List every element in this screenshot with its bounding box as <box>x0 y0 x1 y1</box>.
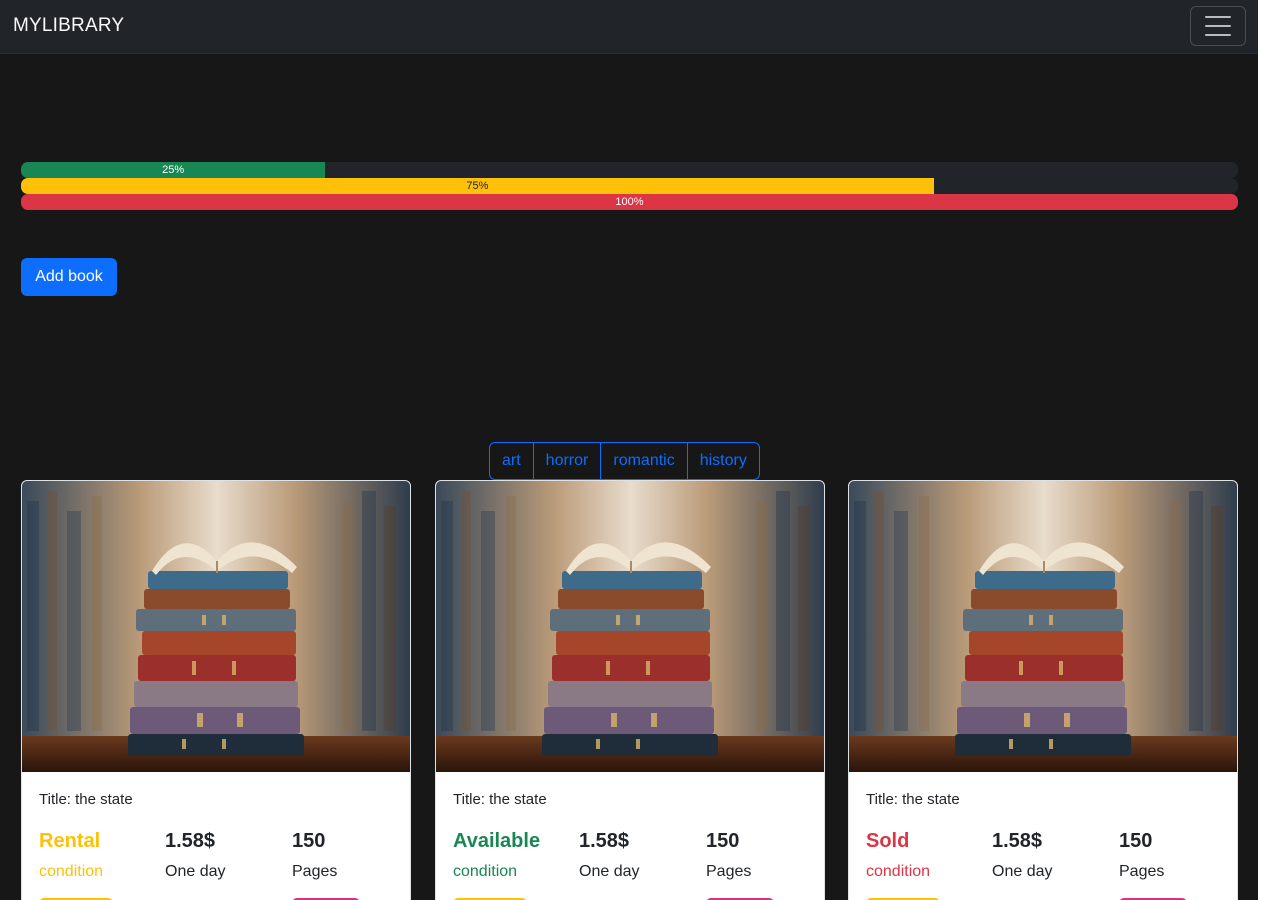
book-stack-image <box>22 481 411 772</box>
price-value: 1.58$ <box>165 830 216 852</box>
filter-history-button[interactable]: history <box>688 443 759 479</box>
price-label: One day <box>579 863 640 880</box>
price-label: One day <box>165 863 226 880</box>
status-value: Rental <box>39 830 101 852</box>
book-card[interactable]: Title: the state Rental condition 1.58$ … <box>21 480 411 900</box>
progress-fill: 25% <box>21 162 326 178</box>
pages-label: Pages <box>706 863 752 880</box>
status-label: condition <box>39 863 104 880</box>
pages-value: 150 <box>1119 830 1153 852</box>
page: MYLIBRARY 25% 75% 100% Add book art horr… <box>0 0 1258 900</box>
filter-romantic-button[interactable]: romantic <box>601 443 688 479</box>
filter-horror-button[interactable]: horror <box>534 443 602 479</box>
filter-art-button[interactable]: art <box>490 443 534 479</box>
book-card[interactable]: Title: the state Available condition 1.5… <box>435 480 825 900</box>
progress-bar-2: 75% <box>21 178 1238 194</box>
price-value: 1.58$ <box>992 830 1043 852</box>
progress-fill: 100% <box>21 194 1238 210</box>
book-title: Title: the state <box>39 791 133 808</box>
price-value: 1.58$ <box>579 830 630 852</box>
book-title: Title: the state <box>453 791 547 808</box>
book-card[interactable]: Title: the state Sold condition 1.58$ On… <box>848 480 1238 900</box>
hamburger-menu-icon <box>1205 25 1231 27</box>
status-value: Sold <box>866 830 910 852</box>
price-label: One day <box>992 863 1053 880</box>
hamburger-menu-icon <box>1205 34 1231 36</box>
pages-value: 150 <box>706 830 740 852</box>
book-title: Title: the state <box>866 791 960 808</box>
navbar: MYLIBRARY <box>0 0 1258 54</box>
status-label: condition <box>866 863 931 880</box>
pages-label: Pages <box>1119 863 1165 880</box>
category-filter-group: art horror romantic history <box>489 442 760 480</box>
pages-label: Pages <box>292 863 338 880</box>
add-book-button[interactable]: Add book <box>21 258 117 296</box>
book-stack-image <box>849 481 1238 772</box>
progress-label: 75% <box>466 180 489 192</box>
book-stack-image <box>436 481 825 772</box>
status-label: condition <box>453 863 518 880</box>
progress-bar-1: 25% <box>21 162 1238 178</box>
navbar-toggler-button[interactable] <box>1190 6 1246 46</box>
status-value: Available <box>453 830 541 852</box>
brand-logo[interactable]: MYLIBRARY <box>13 15 124 37</box>
pages-value: 150 <box>292 830 326 852</box>
progress-label: 100% <box>615 196 644 208</box>
progress-label: 25% <box>162 164 185 176</box>
progress-bar-3: 100% <box>21 194 1238 210</box>
progress-fill: 75% <box>21 178 934 194</box>
hamburger-menu-icon <box>1205 16 1231 18</box>
